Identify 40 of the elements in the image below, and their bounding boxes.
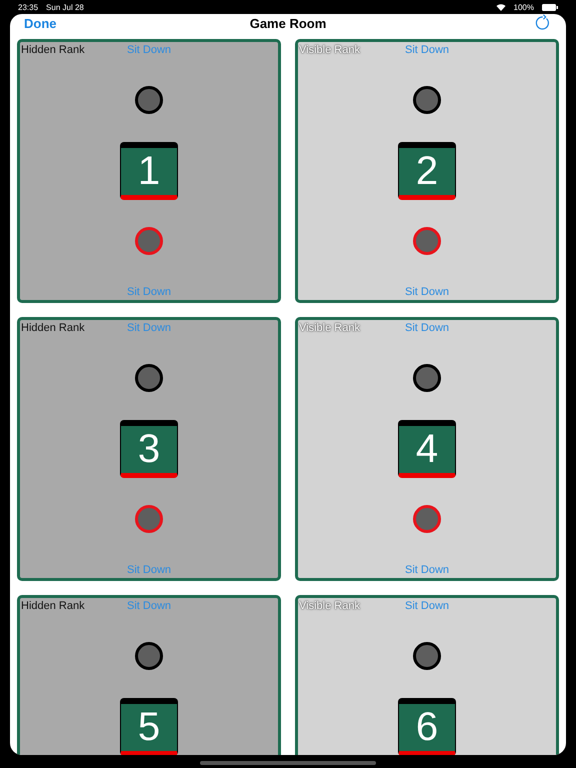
battery-percent: 100% [514,2,534,12]
seat-marker [413,505,441,533]
seat-marker [135,86,163,114]
sit-down-link[interactable]: Sit Down [404,322,450,334]
table-number-tile: 2 [398,142,456,200]
rank-label: Hidden Rank [20,322,86,334]
sit-down-link[interactable]: Sit Down [404,600,450,612]
done-button[interactable]: Done [24,16,250,30]
seat-marker [413,364,441,392]
screen-title: Game Room [250,16,326,30]
sit-down-link[interactable]: Sit Down [126,322,172,334]
table-number-tile: 4 [398,420,456,478]
sit-down-link[interactable]: Sit Down [126,284,172,300]
rank-label: Hidden Rank [20,44,86,56]
table-number-tile: 1 [120,142,178,200]
seat-marker [413,227,441,255]
sit-down-link[interactable]: Sit Down [404,562,450,578]
seat-marker [135,642,163,670]
seat-marker [135,227,163,255]
seat-marker [413,86,441,114]
status-time: 23:35 [18,2,38,12]
sit-down-link[interactable]: Sit Down [404,44,450,56]
sit-down-link[interactable]: Sit Down [126,600,172,612]
refresh-icon[interactable] [534,14,552,32]
sit-down-link[interactable]: Sit Down [126,562,172,578]
wifi-icon [496,3,506,11]
battery-icon [542,4,558,10]
status-date: Sun Jul 28 [46,2,84,12]
rank-label: Hidden Rank [20,600,86,612]
sit-down-link[interactable]: Sit Down [404,284,450,300]
seat-marker [413,642,441,670]
table-number-tile: 6 [398,698,456,755]
seat-marker [135,505,163,533]
rank-label: Visible Rank [298,322,362,334]
sit-down-link[interactable]: Sit Down [126,44,172,56]
table-number-tile: 3 [120,420,178,478]
seat-marker [135,364,163,392]
rank-label: Visible Rank [298,600,362,612]
rank-label: Visible Rank [298,44,362,56]
table-number-tile: 5 [120,698,178,755]
